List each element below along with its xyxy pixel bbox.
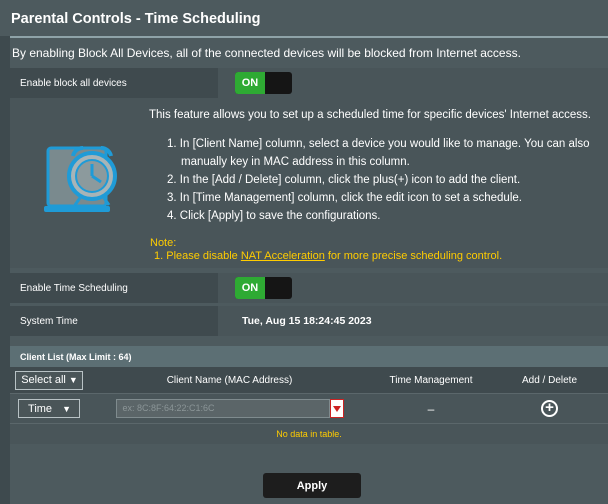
- client-list-header: Client List (Max Limit : 64): [10, 346, 608, 367]
- select-all-dropdown[interactable]: Select all ▼: [15, 370, 83, 390]
- column-add-delete: Add / Delete: [521, 374, 578, 386]
- add-client-icon[interactable]: +: [541, 400, 558, 417]
- select-all-label: Select all: [21, 374, 66, 386]
- time-scheduling-value: ON: [218, 273, 608, 303]
- column-client-name: Client Name (MAC Address): [166, 374, 293, 386]
- page-title: Parental Controls - Time Scheduling: [0, 0, 608, 36]
- parental-controls-panel: Parental Controls - Time Scheduling By e…: [0, 0, 608, 504]
- left-edge: [0, 36, 10, 504]
- chevron-down-icon: ▼: [68, 375, 78, 385]
- client-table-header: Select all ▼ Client Name (MAC Address) T…: [10, 367, 608, 393]
- nat-acceleration-link[interactable]: NAT Acceleration: [241, 250, 325, 262]
- client-list-table: Select all ▼ Client Name (MAC Address) T…: [10, 367, 608, 444]
- select-all-cell: Select all ▼: [10, 370, 88, 390]
- block-all-toggle-label: ON: [235, 72, 265, 94]
- instruction-step-4: 4. Click [Apply] to save the configurati…: [167, 210, 381, 222]
- page-description: By enabling Block All Devices, all of th…: [12, 46, 521, 60]
- client-dropdown-button[interactable]: [329, 399, 344, 418]
- info-panel: This feature allows you to set up a sche…: [10, 98, 608, 268]
- time-scheduling-row: Enable Time Scheduling ON: [10, 273, 608, 303]
- system-time-value: Tue, Aug 15 18:24:45 2023: [218, 306, 608, 336]
- block-all-label: Enable block all devices: [10, 68, 218, 98]
- mac-address-input[interactable]: ex: 8C:8F:64:22:C1:6C: [115, 399, 330, 418]
- note-title: Note:: [150, 237, 177, 249]
- apply-button[interactable]: Apply: [263, 473, 361, 498]
- title-divider: [10, 36, 608, 38]
- instruction-step-3: 3. In [Time Management] column, click th…: [167, 192, 522, 204]
- time-management-value: –: [427, 401, 435, 416]
- column-time-management: Time Management: [389, 374, 473, 386]
- instruction-step-1-cont: manually key in MAC address in this colu…: [181, 156, 410, 168]
- mode-label: Time: [28, 402, 53, 415]
- note-prefix: 1. Please disable: [154, 250, 238, 262]
- time-scheduling-label: Enable Time Scheduling: [10, 273, 218, 303]
- mode-dropdown[interactable]: Time ▼: [18, 399, 80, 418]
- new-client-row: Time ▼ ex: 8C:8F:64:22:C1:6C – +: [10, 393, 608, 423]
- note-suffix: for more precise scheduling control.: [327, 250, 503, 262]
- feature-intro: This feature allows you to set up a sche…: [149, 109, 591, 121]
- system-time-row: System Time Tue, Aug 15 18:24:45 2023: [10, 306, 608, 336]
- mac-cell: ex: 8C:8F:64:22:C1:6C: [88, 399, 371, 418]
- dropdown-arrow-icon: [332, 405, 341, 412]
- chevron-down-icon: ▼: [62, 403, 71, 414]
- system-time-label: System Time: [10, 306, 218, 336]
- alarm-clock-monitor-icon: [44, 146, 117, 212]
- instruction-list: 1. In [Client Name] column, select a dev…: [167, 136, 607, 226]
- empty-table-message: No data in table.: [10, 423, 608, 444]
- block-all-value: ON: [218, 68, 608, 98]
- block-all-toggle[interactable]: ON: [235, 72, 292, 94]
- note-text: 1. Please disable NAT Acceleration for m…: [154, 250, 502, 262]
- add-cell: +: [491, 400, 608, 417]
- mode-cell: Time ▼: [10, 399, 88, 418]
- instruction-step-2: 2. In the [Add / Delete] column, click t…: [167, 174, 521, 186]
- time-scheduling-toggle-label: ON: [235, 277, 265, 299]
- instruction-step-1: 1. In [Client Name] column, select a dev…: [167, 138, 590, 150]
- block-all-row: Enable block all devices ON: [10, 68, 608, 98]
- time-scheduling-toggle[interactable]: ON: [235, 277, 292, 299]
